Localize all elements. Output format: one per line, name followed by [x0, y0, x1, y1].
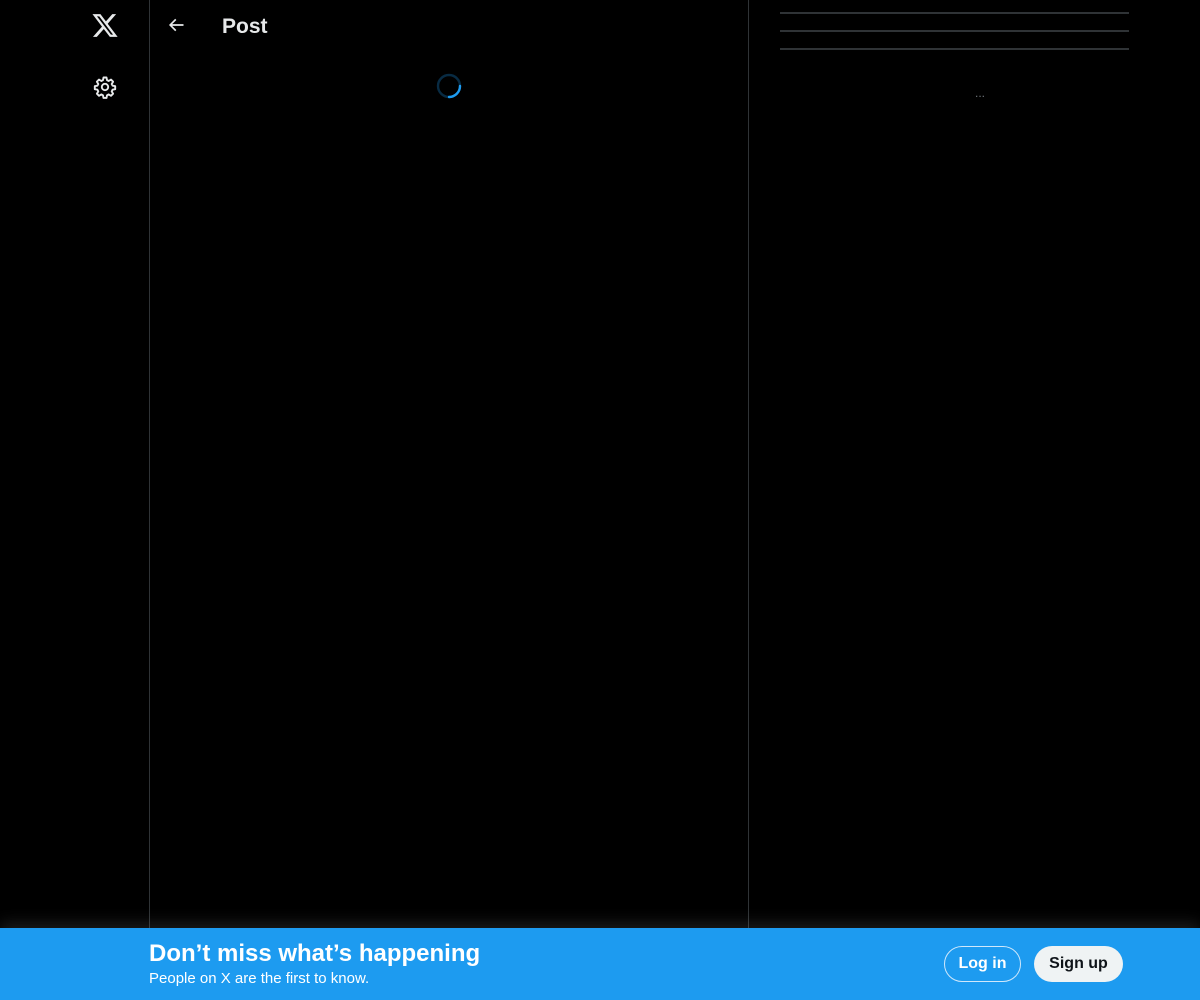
- page-title: Post: [222, 15, 268, 38]
- signup-banner: Don’t miss what’s happening People on X …: [0, 928, 1200, 1000]
- app-root: Post ... Don’t miss what’s happening Peo…: [0, 0, 1200, 1000]
- sidebar-divider: [780, 12, 1129, 14]
- x-logo-icon: [91, 14, 119, 40]
- sidebar-divider: [780, 30, 1129, 32]
- x-logo-link[interactable]: [80, 2, 130, 52]
- page-header: Post: [150, 0, 748, 53]
- settings-button[interactable]: [80, 62, 130, 112]
- banner-subtitle: People on X are the first to know.: [149, 970, 370, 987]
- log-in-button[interactable]: Log in: [944, 946, 1021, 982]
- sign-up-button[interactable]: Sign up: [1034, 946, 1123, 982]
- arrow-left-icon: [166, 15, 186, 40]
- main-column: Post: [150, 0, 749, 1000]
- loading-spinner: [436, 73, 462, 99]
- more-indicator: ...: [974, 86, 985, 100]
- banner-title: Don’t miss what’s happening: [149, 940, 481, 967]
- sidebar-divider: [780, 48, 1129, 50]
- gear-icon: [93, 75, 117, 99]
- right-sidebar: ...: [780, 0, 1129, 920]
- left-nav: [0, 0, 150, 1000]
- back-button[interactable]: [158, 9, 194, 45]
